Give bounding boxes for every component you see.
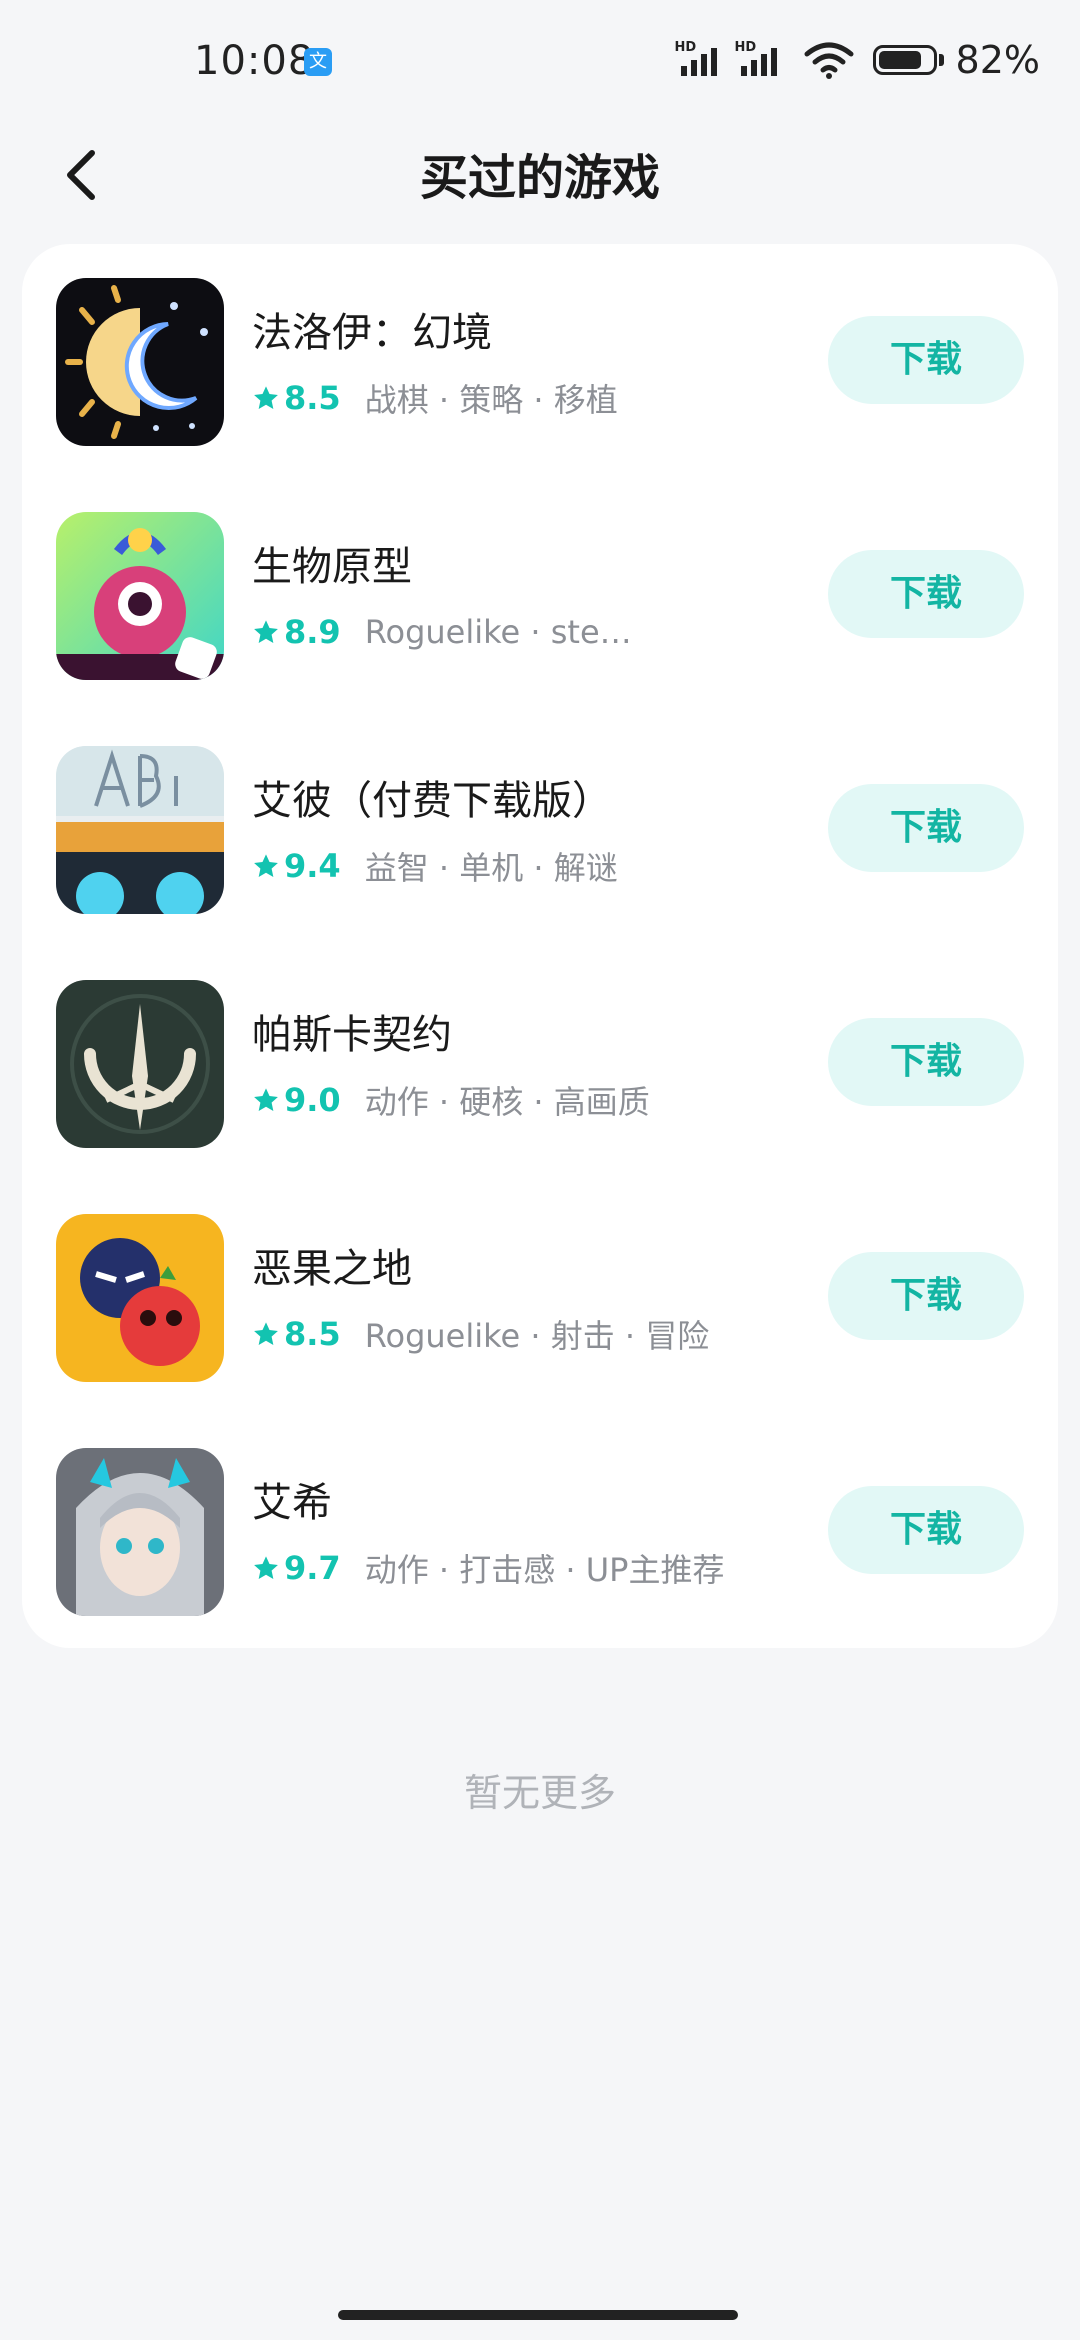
star-icon — [254, 620, 278, 643]
no-more-text: 暂无更多 — [463, 1771, 616, 1815]
game-row[interactable]: 帕斯卡契约 9.0 动作 · 硬核 · 高画质 下载 — [22, 946, 1058, 1156]
download-button[interactable]: 下载 — [828, 784, 1024, 872]
game-row[interactable]: 恶果之地 8.5 Roguelike · 射击 · 冒险 下载 — [22, 1180, 1058, 1390]
battery-tip — [938, 54, 944, 66]
game-row[interactable]: 艾彼（付费下载版） 9.4 益智 · 单机 · 解谜 下载 — [22, 712, 1058, 922]
game-rating: 8.5 — [284, 379, 341, 417]
star-icon — [254, 1556, 278, 1579]
game-name: 艾彼（付费下载版） — [252, 778, 612, 824]
download-button[interactable]: 下载 — [828, 1252, 1024, 1340]
game-row[interactable]: 生物原型 8.9 Roguelike · ste… 下载 — [22, 478, 1058, 688]
cellular-signal-icon: HD — [675, 40, 727, 80]
game-name: 生物原型 — [252, 544, 412, 590]
cellular-signal-icon-2: HD — [735, 40, 787, 80]
game-rating: 8.5 — [284, 1315, 341, 1353]
game-name: 帕斯卡契约 — [252, 1012, 452, 1058]
battery-percent: 82% — [955, 38, 1040, 82]
star-icon — [254, 1322, 278, 1345]
game-rating: 9.7 — [284, 1549, 341, 1587]
battery-icon — [872, 45, 937, 75]
game-meta: 8.5 Roguelike · 射击 · 冒险 — [252, 1314, 710, 1355]
star-icon — [254, 386, 278, 409]
notification-app-icon: 文 — [304, 48, 332, 76]
game-name: 艾希 — [252, 1480, 332, 1526]
page-title: 买过的游戏 — [419, 150, 660, 206]
game-tags: 战棋 · 策略 · 移植 — [364, 381, 618, 419]
sun-moon-icon — [56, 278, 224, 446]
game-name: 法洛伊：幻境 — [252, 310, 492, 356]
anime-girl-icon — [56, 1448, 224, 1616]
star-icon — [254, 1088, 278, 1111]
creature-icon — [56, 512, 224, 680]
status-time: 10:08 — [194, 38, 315, 84]
fruit-icon — [56, 1214, 224, 1382]
games-list-card: 法洛伊：幻境 8.5 战棋 · 策略 · 移植 下载 生物原型 8.9 Rogu… — [22, 244, 1058, 1648]
wifi-icon — [804, 42, 854, 79]
navigation-bar: 买过的游戏 — [0, 120, 1080, 230]
game-meta: 9.0 动作 · 硬核 · 高画质 — [252, 1080, 650, 1121]
download-button[interactable]: 下载 — [828, 1018, 1024, 1106]
game-tags: Roguelike · ste… — [364, 613, 632, 651]
game-tags: Roguelike · 射击 · 冒险 — [364, 1317, 710, 1355]
status-indicators: HD HD 82% — [675, 38, 1040, 82]
robot-abi-icon — [56, 746, 224, 914]
game-tags: 动作 · 打击感 · UP主推荐 — [364, 1551, 725, 1589]
game-name: 恶果之地 — [252, 1246, 412, 1292]
download-button[interactable]: 下载 — [828, 550, 1024, 638]
status-bar: 10:08 文 HD HD 82% — [0, 0, 1080, 120]
game-row[interactable]: 艾希 9.7 动作 · 打击感 · UP主推荐 下载 — [22, 1414, 1058, 1624]
game-tags: 益智 · 单机 · 解谜 — [364, 849, 618, 887]
download-button[interactable]: 下载 — [828, 1486, 1024, 1574]
download-button[interactable]: 下载 — [828, 316, 1024, 404]
home-indicator[interactable] — [338, 2310, 738, 2320]
game-meta: 8.5 战棋 · 策略 · 移植 — [252, 378, 618, 419]
game-rating: 9.0 — [284, 1081, 341, 1119]
game-meta: 9.7 动作 · 打击感 · UP主推荐 — [252, 1548, 725, 1589]
game-meta: 8.9 Roguelike · ste… — [252, 612, 632, 652]
game-rating: 9.4 — [284, 847, 341, 885]
game-tags: 动作 · 硬核 · 高画质 — [364, 1083, 650, 1121]
emblem-icon — [56, 980, 224, 1148]
game-meta: 9.4 益智 · 单机 · 解谜 — [252, 846, 618, 887]
game-row[interactable]: 法洛伊：幻境 8.5 战棋 · 策略 · 移植 下载 — [22, 244, 1058, 454]
star-icon — [254, 854, 278, 877]
game-rating: 8.9 — [284, 613, 341, 651]
